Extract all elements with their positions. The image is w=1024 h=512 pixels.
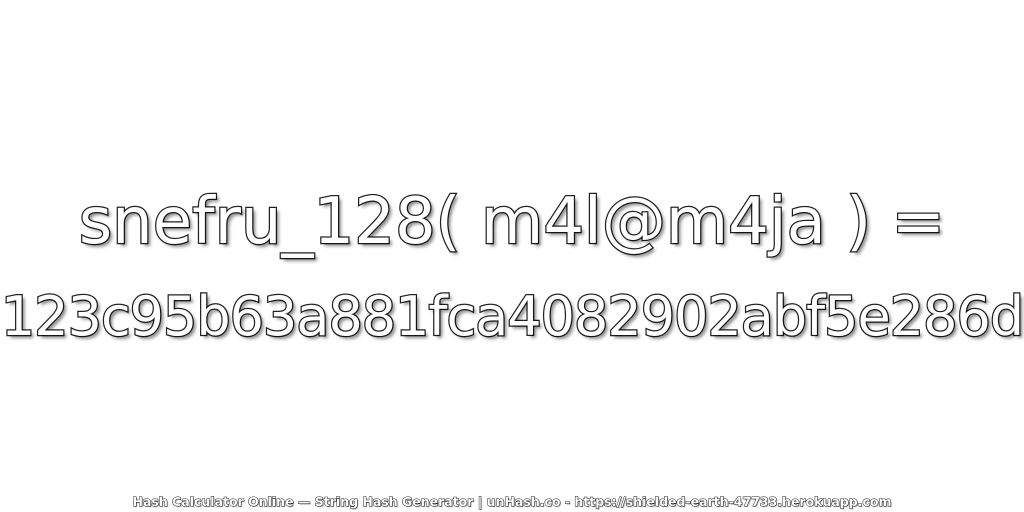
hash-result-image: snefru_128( m4l@m4ja ) = 123c95b63a881fc… (0, 0, 1024, 512)
footer-credit: Hash Calculator Online — String Hash Gen… (132, 494, 892, 510)
hash-expression: snefru_128( m4l@m4ja ) = (78, 184, 947, 261)
hash-value: 123c95b63a881fca4082902abf5e286d (0, 284, 1024, 350)
